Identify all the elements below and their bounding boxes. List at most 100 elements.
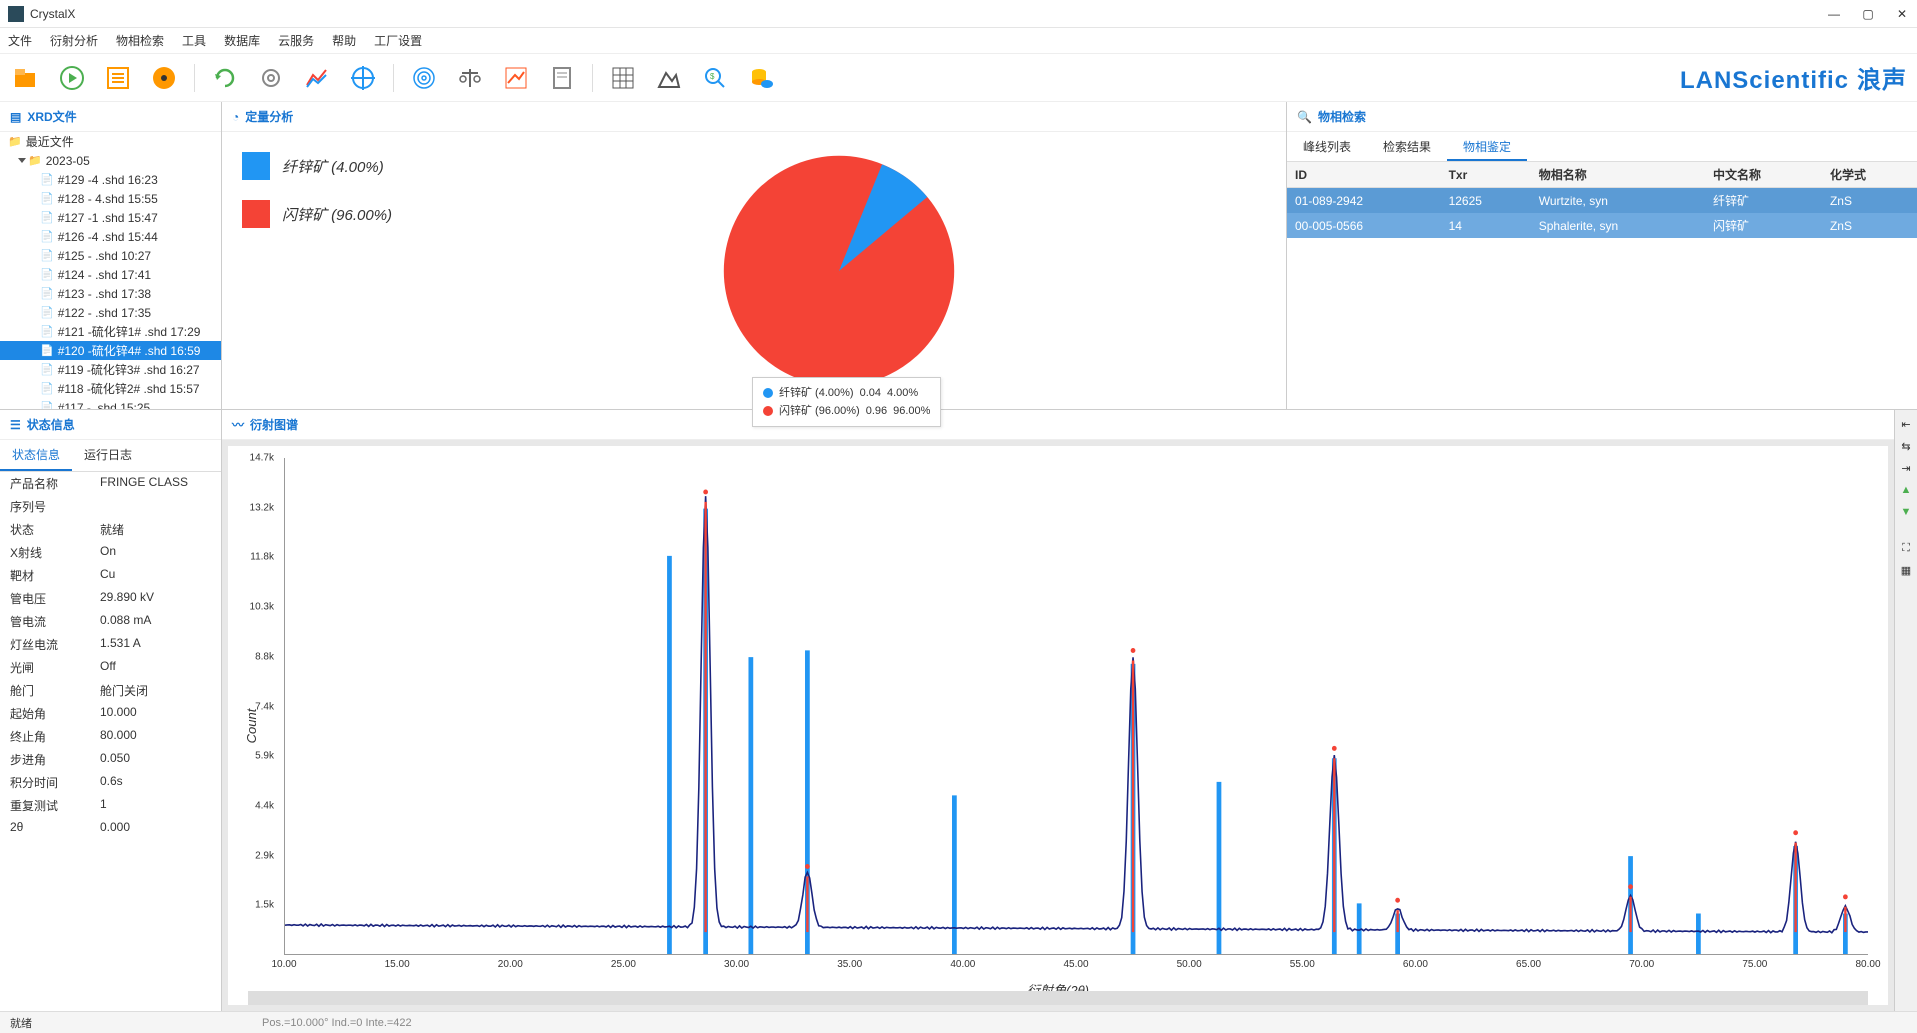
h-scrollbar[interactable] [248, 991, 1868, 1005]
legend-label-0: 纤锌矿 (4.00%) [282, 156, 384, 177]
file-item[interactable]: 📄#126 -4 .shd 15:44 [0, 227, 221, 246]
status-text: 就绪 [10, 1015, 32, 1031]
grid-icon[interactable] [607, 62, 639, 94]
tab-identify[interactable]: 物相鉴定 [1447, 132, 1527, 161]
phase-table: ID Txr 物相名称 中文名称 化学式 01-089-294212625Wur… [1287, 162, 1917, 238]
x-tick: 25.00 [611, 959, 636, 970]
y-tick: 5.9k [255, 751, 274, 762]
mountain-icon[interactable] [653, 62, 685, 94]
file-item[interactable]: 📄#129 -4 .shd 16:23 [0, 170, 221, 189]
trend-icon[interactable] [500, 62, 532, 94]
file-item[interactable]: 📄#124 - .shd 17:41 [0, 265, 221, 284]
database-cloud-icon[interactable] [745, 62, 777, 94]
app-icon [8, 6, 24, 22]
file-item[interactable]: 📄#117 - .shd 15:25 [0, 398, 221, 409]
status-row: 管电流0.088 mA [0, 610, 221, 633]
menu-phase-search[interactable]: 物相检索 [116, 32, 164, 49]
file-tree[interactable]: 📁最近文件 📁2023-05 📄#129 -4 .shd 16:23📄#128 … [0, 132, 221, 409]
col-txr[interactable]: Txr [1441, 162, 1531, 188]
chart-icon[interactable] [301, 62, 333, 94]
target-icon[interactable] [347, 62, 379, 94]
pie-chart [719, 151, 959, 391]
x-tick: 75.00 [1742, 959, 1767, 970]
menu-file[interactable]: 文件 [8, 32, 32, 49]
spectrum-plot[interactable]: Count 14.7k13.2k11.8k10.3k8.8k7.4k5.9k4.… [228, 446, 1888, 1005]
col-name[interactable]: 物相名称 [1531, 162, 1705, 188]
spectrum-panel-title: 衍射图谱 [250, 416, 298, 433]
pie-tooltip: 纤锌矿 (4.00%) 0.04 4.00% 闪锌矿 (96.00%) 0.96… [752, 377, 941, 427]
tab-log[interactable]: 运行日志 [72, 440, 144, 471]
phase-tabs: 峰线列表 检索结果 物相鉴定 [1287, 132, 1917, 162]
toolbar: $ LANScientific浪声 [0, 54, 1917, 102]
swap-h-icon[interactable]: ⇆ [1898, 438, 1914, 454]
status-row: 舱门舱门关闭 [0, 679, 221, 702]
balance-icon[interactable] [454, 62, 486, 94]
refresh-icon[interactable] [209, 62, 241, 94]
menu-tools[interactable]: 工具 [182, 32, 206, 49]
open-icon[interactable] [10, 62, 42, 94]
wave-icon: 〰 [232, 416, 244, 433]
file-item[interactable]: 📄#119 -硫化锌3# .shd 16:27 [0, 360, 221, 379]
play-icon[interactable] [56, 62, 88, 94]
y-tick: 8.8k [255, 651, 274, 662]
menu-help[interactable]: 帮助 [332, 32, 356, 49]
y-tick: 14.7k [250, 453, 274, 464]
file-item[interactable]: 📄#122 - .shd 17:35 [0, 303, 221, 322]
col-formula[interactable]: 化学式 [1822, 162, 1917, 188]
brand-logo: LANScientific浪声 [1680, 60, 1907, 95]
col-id[interactable]: ID [1287, 162, 1441, 188]
y-tick: 4.4k [255, 800, 274, 811]
status-row: 产品名称FRINGE CLASS [0, 472, 221, 495]
report-icon[interactable] [546, 62, 578, 94]
tab-status[interactable]: 状态信息 [0, 440, 72, 471]
month-folder[interactable]: 📁2023-05 [0, 151, 221, 170]
file-item[interactable]: 📄#121 -硫化锌1# .shd 17:29 [0, 322, 221, 341]
maximize-button[interactable]: ▢ [1861, 7, 1875, 21]
status-row: 2θ0.000 [0, 817, 221, 837]
up-icon[interactable]: ▲ [1898, 482, 1914, 498]
file-item[interactable]: 📄#123 - .shd 17:38 [0, 284, 221, 303]
menu-factory[interactable]: 工厂设置 [374, 32, 422, 49]
fullscreen-icon[interactable]: ⛶ [1898, 540, 1914, 556]
gear-icon[interactable] [255, 62, 287, 94]
search-icon[interactable]: $ [699, 62, 731, 94]
file-item[interactable]: 📄#128 - 4.shd 15:55 [0, 189, 221, 208]
grid-small-icon[interactable]: ▦ [1898, 562, 1914, 578]
legend-swatch-0 [242, 152, 270, 180]
tab-peaks[interactable]: 峰线列表 [1287, 132, 1367, 161]
file-item[interactable]: 📄#118 -硫化锌2# .shd 15:57 [0, 379, 221, 398]
menu-analysis[interactable]: 衍射分析 [50, 32, 98, 49]
close-button[interactable]: ✕ [1895, 7, 1909, 21]
status-row: 起始角10.000 [0, 702, 221, 725]
file-item[interactable]: 📄#120 -硫化锌4# .shd 16:59 [0, 341, 221, 360]
col-cn[interactable]: 中文名称 [1705, 162, 1822, 188]
collapse-left-icon[interactable]: ⇤ [1898, 416, 1914, 432]
app-title: CrystalX [30, 7, 1827, 21]
search-small-icon: 🔍 [1297, 110, 1312, 124]
expand-right-icon[interactable]: ⇥ [1898, 460, 1914, 476]
radiation-icon[interactable] [148, 62, 180, 94]
menu-database[interactable]: 数据库 [224, 32, 260, 49]
file-item[interactable]: 📄#127 -1 .shd 15:47 [0, 208, 221, 227]
quant-panel: ◔定量分析 纤锌矿 (4.00%) 闪锌矿 (96.00%) 纤锌矿 (4.00… [222, 102, 1287, 409]
x-tick: 30.00 [724, 959, 749, 970]
recent-folder[interactable]: 📁最近文件 [0, 132, 221, 151]
y-tick: 1.5k [255, 900, 274, 911]
down-icon[interactable]: ▼ [1898, 504, 1914, 520]
status-row: 重复测试1 [0, 794, 221, 817]
status-panel: ☰状态信息 状态信息 运行日志 产品名称FRINGE CLASS序列号状态就绪X… [0, 410, 222, 1011]
x-tick: 35.00 [837, 959, 862, 970]
file-panel-title: XRD文件 [27, 108, 76, 125]
menu-cloud[interactable]: 云服务 [278, 32, 314, 49]
x-tick: 70.00 [1629, 959, 1654, 970]
status-row: 灯丝电流1.531 A [0, 633, 221, 656]
tab-results[interactable]: 检索结果 [1367, 132, 1447, 161]
fingerprint-icon[interactable] [408, 62, 440, 94]
file-item[interactable]: 📄#125 - .shd 10:27 [0, 246, 221, 265]
table-row[interactable]: 00-005-056614Sphalerite, syn闪锌矿ZnS [1287, 213, 1917, 238]
list-small-icon: ☰ [10, 418, 21, 432]
list-icon[interactable] [102, 62, 134, 94]
minimize-button[interactable]: — [1827, 7, 1841, 21]
table-row[interactable]: 01-089-294212625Wurtzite, syn纤锌矿ZnS [1287, 188, 1917, 214]
statusbar: 就绪 Pos.=10.000° Ind.=0 Inte.=422 [0, 1011, 1917, 1033]
